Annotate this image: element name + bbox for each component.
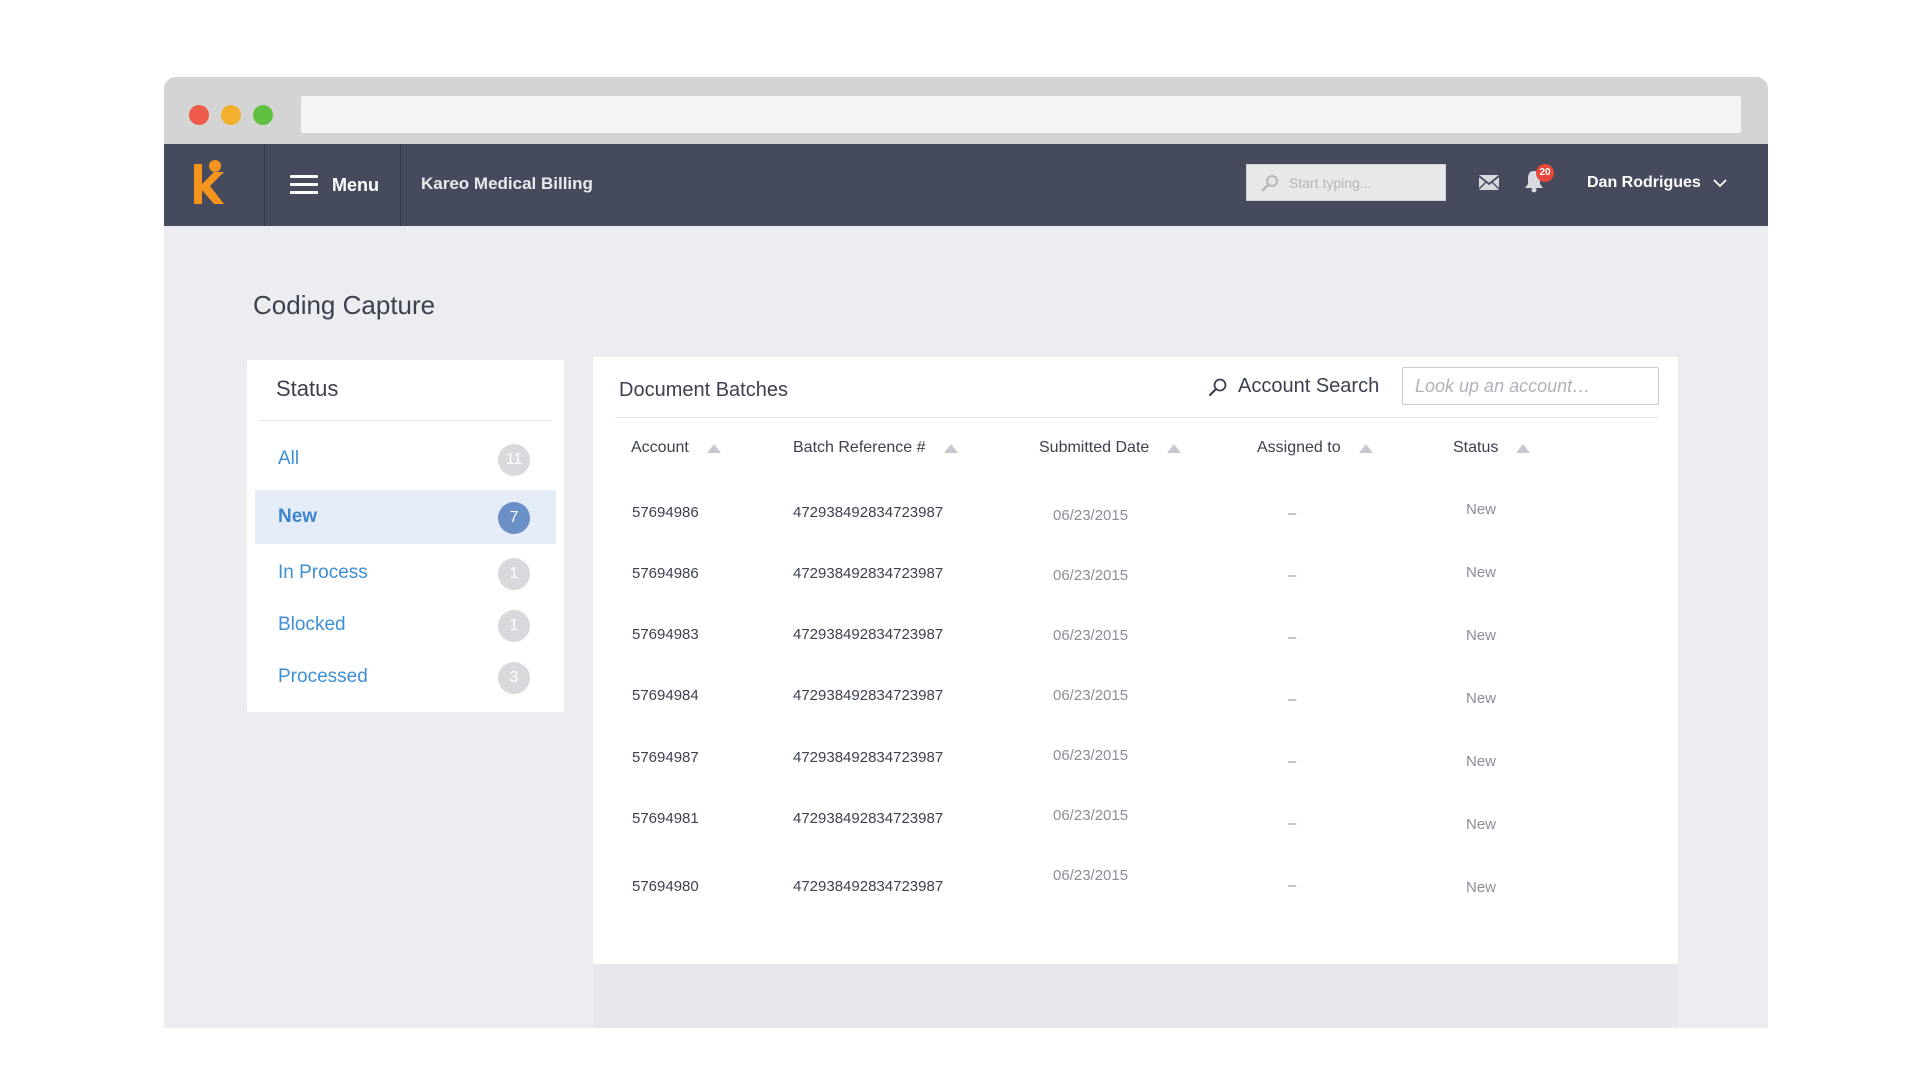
sort-arrow-icon	[1516, 443, 1531, 453]
column-header-label: Batch Reference #	[793, 439, 926, 456]
document-batches-panel: Document Batches Account Search Account …	[593, 357, 1678, 964]
top-nav: Menu Kareo Medical Billing Start typing.…	[164, 144, 1768, 226]
cell-assigned-to: –	[1288, 753, 1297, 770]
cell-account: 57694987	[632, 749, 699, 766]
cell-assigned-to: –	[1288, 877, 1297, 894]
cell-assigned-to: –	[1288, 691, 1297, 708]
cell-assigned-to: –	[1288, 567, 1297, 584]
cell-account: 57694983	[632, 626, 699, 643]
sort-arrow-icon	[943, 443, 958, 453]
status-count-badge: 1	[498, 610, 530, 642]
status-panel: Status All 11 New 7 In Process 1 Blocked…	[247, 360, 564, 712]
notification-badge: 20	[1536, 164, 1554, 182]
column-header-submitted-date[interactable]: Submitted Date	[1039, 439, 1182, 457]
global-search-placeholder: Start typing...	[1289, 174, 1372, 191]
sort-arrow-icon	[706, 443, 721, 453]
cell-account: 57694980	[632, 878, 699, 895]
status-filter-all[interactable]: All 11	[255, 432, 556, 486]
page-title: Coding Capture	[253, 290, 436, 320]
cell-status: New	[1466, 501, 1497, 518]
cell-status: New	[1466, 627, 1497, 644]
batches-footer	[593, 964, 1678, 1028]
cell-account: 57694986	[632, 504, 699, 521]
cell-status: New	[1466, 564, 1497, 581]
status-filter-label: Processed	[278, 666, 368, 687]
hamburger-icon	[290, 175, 318, 195]
cell-account: 57694981	[632, 810, 699, 827]
cell-assigned-to: –	[1288, 505, 1297, 522]
column-header-status[interactable]: Status	[1453, 439, 1531, 457]
address-bar[interactable]	[301, 96, 1741, 133]
app-name: Kareo Medical Billing	[421, 174, 593, 193]
column-header-label: Status	[1453, 439, 1499, 456]
sort-arrow-icon	[1167, 443, 1182, 453]
maximize-window-button[interactable]	[253, 105, 273, 125]
cell-assigned-to: –	[1288, 629, 1297, 646]
cell-submitted-date: 06/23/2015	[1053, 867, 1129, 884]
close-window-button[interactable]	[189, 105, 209, 125]
cell-status: New	[1466, 879, 1497, 896]
account-search-label: Account Search	[1208, 375, 1379, 398]
divider	[615, 417, 1658, 418]
search-icon	[1261, 174, 1278, 191]
column-header-label: Account	[631, 439, 689, 456]
status-count-badge: 1	[498, 558, 530, 590]
status-count-badge: 7	[498, 502, 530, 534]
status-filter-label: In Process	[278, 562, 368, 583]
column-header-account[interactable]: Account	[631, 439, 721, 457]
cell-status: New	[1466, 753, 1497, 770]
cell-batch-ref: 472938492834723987	[793, 810, 944, 827]
cell-batch-ref: 472938492834723987	[793, 504, 944, 521]
cell-submitted-date: 06/23/2015	[1053, 627, 1129, 644]
status-filter-label: Blocked	[278, 614, 346, 635]
status-filter-processed[interactable]: Processed 3	[255, 650, 556, 704]
menu-button[interactable]: Menu	[265, 144, 401, 226]
browser-window: Menu Kareo Medical Billing Start typing.…	[164, 77, 1768, 1028]
cell-submitted-date: 06/23/2015	[1053, 567, 1129, 584]
global-search-input[interactable]: Start typing...	[1246, 164, 1446, 201]
status-count-badge: 11	[498, 444, 530, 476]
account-search-text: Account Search	[1238, 375, 1380, 397]
account-search-input[interactable]	[1402, 367, 1659, 405]
status-filter-label: New	[278, 506, 318, 527]
cell-submitted-date: 06/23/2015	[1053, 747, 1129, 764]
cell-batch-ref: 472938492834723987	[793, 687, 944, 704]
menu-label: Menu	[332, 174, 379, 195]
cell-submitted-date: 06/23/2015	[1053, 687, 1129, 704]
status-filter-in-process[interactable]: In Process 1	[255, 546, 556, 600]
column-header-assigned-to[interactable]: Assigned to	[1257, 439, 1373, 457]
user-name: Dan Rodrigues	[1587, 174, 1701, 191]
cell-account: 57694986	[632, 565, 699, 582]
browser-chrome	[164, 77, 1768, 144]
status-heading: Status	[276, 376, 339, 401]
kareo-logo-icon	[194, 160, 224, 204]
cell-submitted-date: 06/23/2015	[1053, 807, 1129, 824]
sort-arrow-icon	[1358, 443, 1373, 453]
cell-submitted-date: 06/23/2015	[1053, 507, 1129, 524]
cell-batch-ref: 472938492834723987	[793, 565, 944, 582]
column-header-label: Submitted Date	[1039, 439, 1150, 456]
batches-title: Document Batches	[619, 379, 788, 401]
cell-account: 57694984	[632, 687, 699, 704]
cell-batch-ref: 472938492834723987	[793, 749, 944, 766]
cell-batch-ref: 472938492834723987	[793, 878, 944, 895]
minimize-window-button[interactable]	[221, 105, 241, 125]
mail-icon[interactable]	[1478, 174, 1500, 191]
cell-batch-ref: 472938492834723987	[793, 626, 944, 643]
divider	[259, 420, 552, 421]
chevron-down-icon	[1713, 178, 1727, 187]
status-count-badge: 3	[498, 662, 530, 694]
status-filter-new[interactable]: New 7	[255, 490, 556, 544]
user-menu[interactable]: Dan Rodrigues	[1587, 174, 1727, 192]
column-header-label: Assigned to	[1257, 439, 1341, 456]
cell-assigned-to: –	[1288, 815, 1297, 832]
column-header-batch-ref[interactable]: Batch Reference #	[793, 439, 958, 457]
status-filter-label: All	[278, 448, 300, 469]
kareo-logo[interactable]	[164, 144, 265, 226]
search-icon	[1208, 378, 1227, 396]
status-filter-blocked[interactable]: Blocked 1	[255, 598, 556, 652]
cell-status: New	[1466, 816, 1497, 833]
cell-status: New	[1466, 690, 1497, 707]
